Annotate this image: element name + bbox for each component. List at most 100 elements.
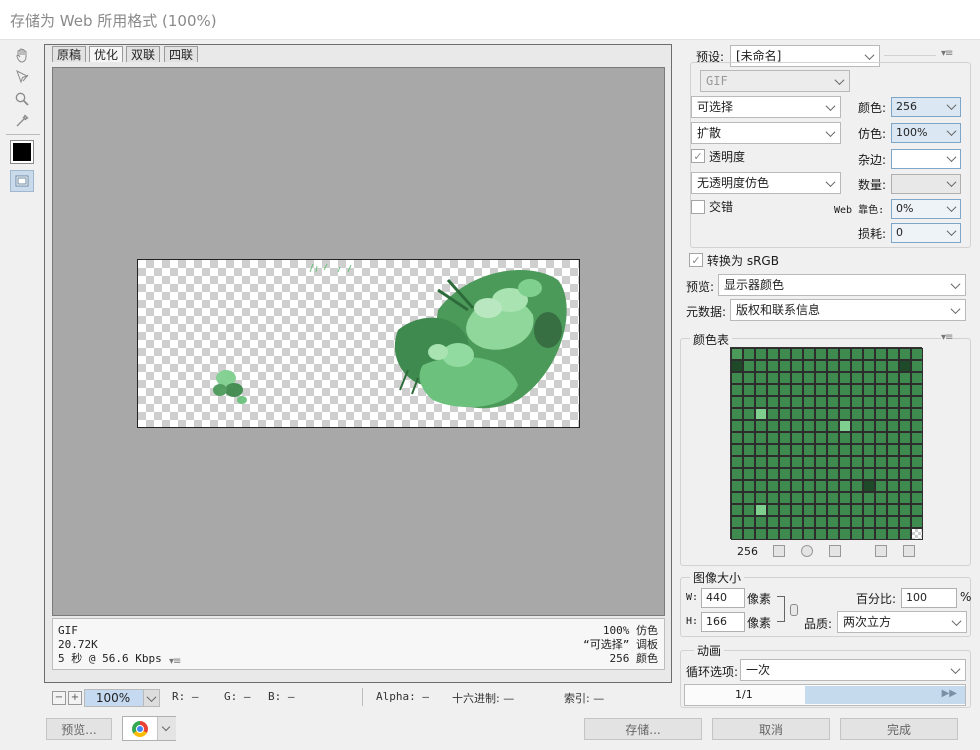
color-swatch[interactable]	[803, 408, 815, 420]
color-swatch[interactable]	[731, 468, 743, 480]
color-swatch[interactable]	[875, 396, 887, 408]
hand-tool-icon[interactable]	[10, 44, 34, 66]
color-swatch[interactable]	[851, 492, 863, 504]
color-swatch[interactable]	[899, 528, 911, 540]
color-swatch[interactable]	[767, 372, 779, 384]
color-swatch[interactable]	[767, 492, 779, 504]
color-swatch[interactable]	[911, 528, 923, 540]
color-swatch[interactable]	[731, 432, 743, 444]
color-swatch[interactable]	[863, 492, 875, 504]
color-swatch[interactable]	[755, 432, 767, 444]
color-swatch[interactable]	[911, 444, 923, 456]
color-swatch[interactable]	[803, 372, 815, 384]
color-swatch[interactable]	[899, 468, 911, 480]
color-swatch[interactable]	[743, 504, 755, 516]
matte-color-select[interactable]	[891, 149, 961, 169]
color-swatch[interactable]	[791, 432, 803, 444]
color-swatch[interactable]	[791, 492, 803, 504]
color-swatch[interactable]	[791, 348, 803, 360]
color-swatch[interactable]	[851, 516, 863, 528]
color-swatch[interactable]	[767, 348, 779, 360]
color-swatch[interactable]	[743, 432, 755, 444]
color-swatch[interactable]	[815, 492, 827, 504]
metadata-select[interactable]: 版权和联系信息	[730, 299, 966, 321]
color-swatch[interactable]	[767, 432, 779, 444]
tab-optimized[interactable]: 优化	[89, 46, 124, 62]
color-table-grid[interactable]	[730, 347, 923, 540]
color-swatch[interactable]	[875, 348, 887, 360]
color-swatch[interactable]	[755, 492, 767, 504]
color-swatch[interactable]	[791, 396, 803, 408]
color-swatch[interactable]	[815, 432, 827, 444]
color-swatch[interactable]	[827, 348, 839, 360]
toggle-slices-visibility-icon[interactable]	[10, 170, 34, 192]
color-swatch[interactable]	[755, 396, 767, 408]
color-swatch[interactable]	[743, 360, 755, 372]
color-swatch[interactable]	[815, 480, 827, 492]
color-swatch[interactable]	[911, 348, 923, 360]
color-table-menu-icon[interactable]: ▾≡	[941, 332, 953, 343]
color-swatch[interactable]	[755, 420, 767, 432]
color-swatch[interactable]	[827, 360, 839, 372]
color-swatch[interactable]	[827, 456, 839, 468]
color-swatch[interactable]	[827, 504, 839, 516]
zoom-in-button[interactable]: +	[68, 691, 82, 705]
color-swatch[interactable]	[731, 456, 743, 468]
color-swatch[interactable]	[839, 456, 851, 468]
percent-input[interactable]: 100	[901, 588, 957, 608]
slice-select-tool-icon[interactable]	[10, 66, 34, 88]
color-swatch[interactable]	[791, 420, 803, 432]
color-swatch[interactable]	[743, 348, 755, 360]
color-swatch[interactable]	[731, 504, 743, 516]
color-swatch[interactable]	[767, 528, 779, 540]
preview-in-browser-button[interactable]: 预览...	[46, 718, 112, 740]
color-swatch[interactable]	[911, 516, 923, 528]
color-swatch[interactable]	[887, 372, 899, 384]
color-swatch[interactable]	[791, 528, 803, 540]
color-swatch[interactable]	[899, 480, 911, 492]
color-swatch[interactable]	[803, 528, 815, 540]
color-swatch[interactable]	[815, 360, 827, 372]
color-swatch[interactable]	[779, 468, 791, 480]
color-swatch[interactable]	[875, 420, 887, 432]
color-swatch[interactable]	[863, 456, 875, 468]
color-swatch[interactable]	[755, 480, 767, 492]
zoom-out-button[interactable]: −	[52, 691, 66, 705]
color-swatch[interactable]	[887, 408, 899, 420]
color-swatch[interactable]	[887, 528, 899, 540]
cancel-button[interactable]: 取消	[712, 718, 830, 740]
color-swatch[interactable]	[731, 360, 743, 372]
color-swatch[interactable]	[791, 456, 803, 468]
width-input[interactable]: 440	[701, 588, 745, 608]
color-swatch[interactable]	[863, 420, 875, 432]
color-swatch[interactable]	[851, 432, 863, 444]
color-swatch[interactable]	[731, 396, 743, 408]
color-swatch[interactable]	[911, 492, 923, 504]
color-swatch[interactable]	[791, 504, 803, 516]
color-swatch[interactable]	[743, 396, 755, 408]
color-swatch[interactable]	[863, 432, 875, 444]
tab-2-up[interactable]: 双联	[126, 46, 161, 62]
color-swatch[interactable]	[803, 360, 815, 372]
color-swatch[interactable]	[875, 468, 887, 480]
color-swatch[interactable]	[863, 372, 875, 384]
color-swatch[interactable]	[803, 492, 815, 504]
color-swatch[interactable]	[755, 408, 767, 420]
color-swatch[interactable]	[779, 444, 791, 456]
color-swatch[interactable]	[911, 480, 923, 492]
color-reduction-select[interactable]: 可选择	[691, 96, 841, 118]
color-swatch[interactable]	[839, 492, 851, 504]
color-swatch[interactable]	[827, 384, 839, 396]
color-swatch[interactable]	[899, 492, 911, 504]
color-swatch[interactable]	[743, 444, 755, 456]
color-swatch[interactable]	[815, 384, 827, 396]
color-swatch[interactable]	[851, 444, 863, 456]
color-swatch[interactable]	[887, 468, 899, 480]
color-swatch[interactable]	[767, 480, 779, 492]
color-swatch[interactable]	[839, 348, 851, 360]
transparency-checkbox[interactable]: ✓	[691, 149, 705, 163]
color-swatch[interactable]	[815, 396, 827, 408]
color-swatch[interactable]	[911, 456, 923, 468]
color-swatch[interactable]	[839, 396, 851, 408]
color-swatch[interactable]	[731, 492, 743, 504]
